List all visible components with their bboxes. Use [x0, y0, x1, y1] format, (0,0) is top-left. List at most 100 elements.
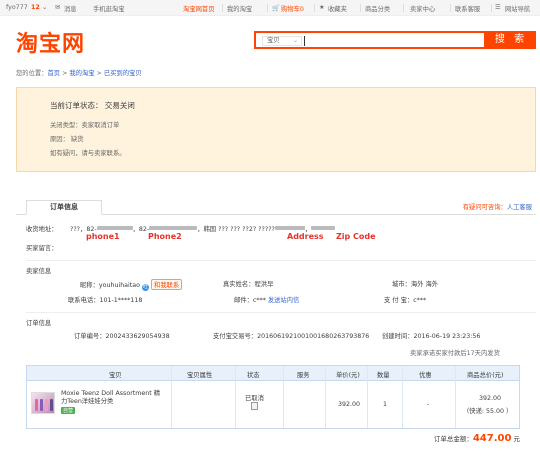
contact-seller-button[interactable]: 和我联系 [151, 279, 183, 290]
breadcrumb-bought[interactable]: 已买到的宝贝 [104, 70, 142, 77]
email-label: 邮件： [234, 297, 253, 304]
created-time-row: 创建时间：2016-06-19 23:23:56 [382, 331, 480, 340]
breadcrumb-my-taobao[interactable]: 我的淘宝 [69, 70, 94, 77]
seller-city-row: 城市：海外 海外 [392, 279, 438, 288]
search-category-select[interactable]: 宝贝 ⌄ [262, 36, 302, 46]
site-nav-link[interactable]: 网站导航 [505, 4, 530, 13]
col-status: 状态 [247, 372, 260, 379]
divider [222, 4, 223, 12]
item-discount: - [427, 401, 430, 408]
col-divider [402, 366, 403, 428]
star-icon: ★ [319, 4, 325, 11]
order-status-title: 当前订单状态： 交易关闭 [50, 101, 135, 110]
order-number-label: 订单编号： [74, 333, 106, 340]
address-country: ，韩国 ??? ??? ??2? ????? [197, 226, 275, 233]
seller-alipay-row: 支 付 宝：c*** [384, 295, 426, 304]
doll-figure [35, 399, 38, 411]
delivery-promise: 卖家承诺买家付款后17天内发货 [410, 350, 500, 357]
col-quantity: 数量 [377, 372, 390, 379]
breadcrumb: 您的位置：首页 > 我的淘宝 > 已买到的宝贝 [16, 70, 142, 77]
col-divider [455, 366, 456, 428]
divider [267, 4, 268, 12]
item-quantity: 1 [383, 401, 388, 408]
search-input[interactable] [304, 36, 305, 46]
alipay-label: 支 付 宝： [384, 297, 414, 304]
order-number-row: 订单编号：2002433629054938 [74, 331, 170, 340]
address-annotation: Address [287, 232, 324, 241]
tab-order-info[interactable]: 订单信息 [26, 200, 102, 215]
redacted-phone2 [149, 226, 198, 230]
item-price: 392.00 [338, 401, 361, 408]
item-total: 392.00 [479, 395, 502, 402]
table-header: 宝贝 宝贝属性 状态 服务 单价(元) 数量 优惠 商品总价(元) [27, 366, 519, 381]
self-operated-badge: 自营 [61, 407, 76, 414]
taobao-logo[interactable]: 淘宝网 [16, 26, 85, 58]
col-service: 服务 [297, 372, 310, 379]
product-table: 宝贝 宝贝属性 状态 服务 单价(元) 数量 优惠 商品总价(元) Moxie … [26, 365, 520, 429]
send-message-link[interactable]: 发送站内信 [268, 297, 299, 304]
snapshot-icon-box [251, 402, 258, 410]
message-icon: ✉ [55, 4, 61, 11]
messages-link[interactable]: 消息 [64, 4, 77, 13]
redacted-zip [311, 226, 336, 230]
real-name-label: 真实姓名： [223, 281, 255, 288]
chevron-down-icon[interactable]: ⌄ [42, 4, 47, 11]
phone1-annotation: phone1 [86, 232, 120, 241]
categories-link[interactable]: 商品分类 [365, 4, 390, 13]
product-tag: 自营 [61, 407, 76, 414]
breadcrumb-home[interactable]: 首页 [47, 70, 60, 77]
doll-figure [50, 399, 53, 411]
search-box[interactable]: 宝贝 ⌄ [254, 31, 486, 49]
search-category-label: 宝贝 [267, 37, 280, 44]
phone2-annotation: Phone2 [148, 232, 182, 241]
seller-center-link[interactable]: 卖家中心 [410, 4, 435, 13]
alipay: c*** [413, 297, 427, 304]
my-taobao-link[interactable]: 我的淘宝 [227, 4, 252, 13]
phone-label: 联系电话： [68, 297, 100, 304]
order-number: 2002433629054938 [105, 333, 170, 340]
seller-email-row: 邮件：c*** 发送站内信 [234, 295, 299, 304]
divider [403, 4, 404, 12]
col-divider [325, 366, 326, 428]
customer-service-link[interactable]: 人工客服 [507, 204, 532, 211]
wangwang-icon[interactable]: 旺 [142, 284, 149, 291]
order-total-unit: 元 [513, 435, 521, 443]
address-mid: ，82- [132, 226, 150, 233]
seller-phone-row: 联系电话：101-1****118 [68, 295, 142, 304]
help-line: 有疑问可咨询：人工客服 [463, 202, 532, 211]
home-link[interactable]: 淘宝网首页 [183, 4, 214, 13]
redacted-phone1 [96, 226, 133, 230]
zip-annotation: Zip Code [336, 232, 376, 241]
mobile-link[interactable]: 手机逛淘宝 [93, 4, 124, 13]
real-name: 程洪早 [254, 281, 274, 288]
city-label: 城市： [392, 281, 411, 288]
product-title-link[interactable]: Moxie Teenz Doll Assortment 精力Teen洋娃娃分类 [61, 390, 165, 406]
snapshot-icon[interactable] [251, 402, 258, 412]
order-total-amount: 447.00 [472, 433, 512, 444]
product-thumbnail[interactable] [31, 392, 55, 414]
cart-link[interactable]: 购物车0 [281, 4, 304, 13]
phone: 101-1****118 [99, 297, 143, 304]
seller-real-name-row: 真实姓名：程洪早 [223, 279, 273, 288]
seller-section-title: 卖家信息 [26, 268, 52, 275]
col-divider [235, 366, 236, 428]
order-total-label: 订单总金额： [433, 435, 473, 443]
col-divider [367, 366, 368, 428]
search-button[interactable]: 搜 索 [486, 31, 536, 49]
alipay-trade-label: 支付宝交易号： [213, 333, 258, 340]
buyer-message-label: 买家留言： [26, 245, 58, 252]
favorites-link[interactable]: 收藏夹 [328, 4, 347, 13]
col-divider [171, 366, 172, 428]
divider [450, 4, 451, 12]
created-label: 创建时间： [382, 333, 414, 340]
contact-link[interactable]: 联系客服 [455, 4, 480, 13]
level-icon: 12 [31, 4, 40, 11]
item-status: 已取消 [245, 395, 264, 402]
alipay-trade-row: 支付宝交易号：2016061921001001680263793876 [213, 331, 369, 340]
username-link[interactable]: fyo777 [6, 4, 28, 11]
seller-nick-row: 昵称：youhuihaitao 旺 和我联系 [80, 279, 183, 291]
order-status-panel: 当前订单状态： 交易关闭 关闭类型：卖家取消订单 原因： 缺货 如有疑问，请与卖… [16, 87, 536, 172]
divider [26, 312, 536, 313]
chevron-down-icon: ⌄ [292, 37, 298, 44]
redacted-address [274, 226, 305, 230]
